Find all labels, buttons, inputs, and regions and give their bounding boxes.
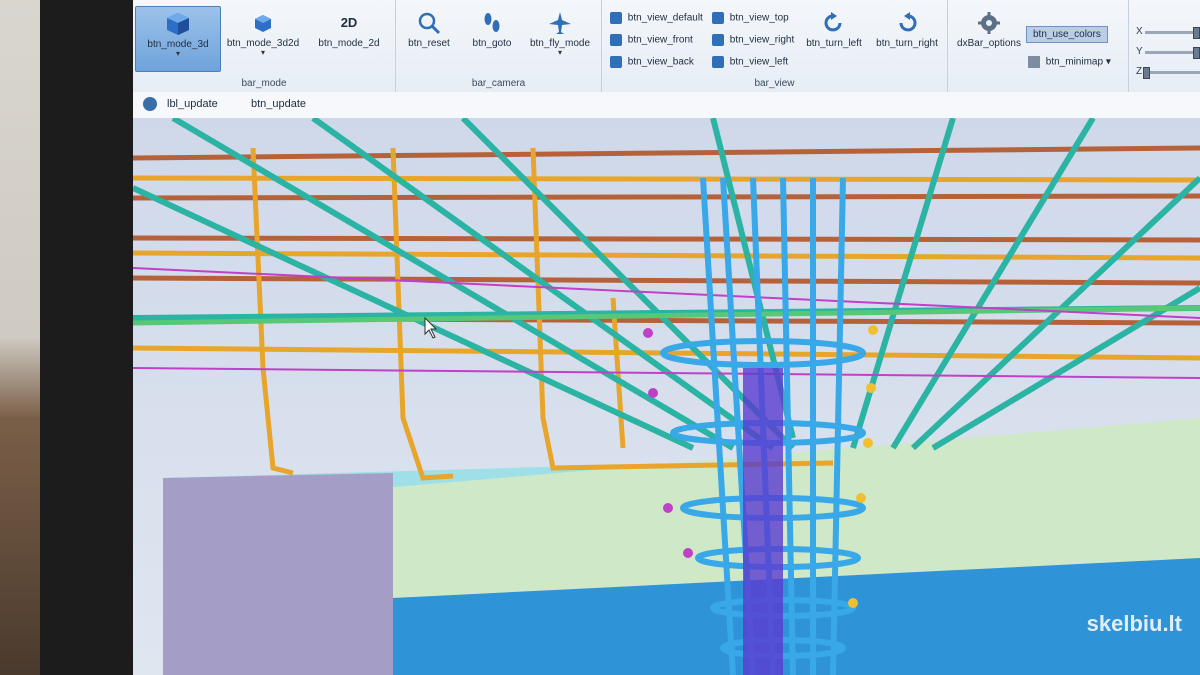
axis-z-slider[interactable] (1145, 71, 1200, 74)
app-screen: btn_mode_3d ▾ btn_mode_3d2d ▾ 2D btn_mod… (133, 0, 1200, 675)
axis-z-label: Z (1136, 66, 1143, 77)
view-top-icon (712, 12, 724, 24)
update-icon (143, 97, 157, 111)
btn-reset[interactable]: btn_reset (396, 6, 462, 70)
btn-minimap-label: btn_minimap (1045, 56, 1104, 68)
btn-view-left[interactable]: btn_view_left (712, 56, 788, 74)
btn-use-colors-label: btn_use_colors (1033, 29, 1101, 40)
options-group: dxBar_options btn_use_colors btn_minimap… (948, 0, 1129, 92)
footprints-icon (484, 13, 500, 32)
update-bar: lbl_update btn_update (133, 92, 1200, 119)
axis-z-thumb[interactable] (1143, 67, 1150, 79)
chevron-down-icon: ▾ (557, 48, 562, 57)
view-right-icon (712, 34, 724, 46)
rebar-scene (133, 118, 1200, 675)
rotate-left-icon (824, 12, 842, 32)
bar-camera-label: bar_camera (471, 78, 526, 89)
view-left-icon (712, 56, 724, 68)
btn-reset-label: btn_reset (408, 38, 450, 49)
axis-x-label: X (1136, 26, 1143, 37)
btn-turn-left-label: btn_turn_left (806, 38, 862, 49)
btn-view-top[interactable]: btn_view_top (712, 12, 789, 30)
chevron-down-icon: ▾ (1105, 56, 1111, 68)
bar-view-label: bar_view (754, 78, 795, 89)
3d-viewport[interactable] (133, 118, 1200, 675)
btn-turn-left[interactable]: btn_turn_left (802, 6, 866, 70)
btn-mode-2d-label: btn_mode_2d (318, 38, 380, 49)
view-default-icon (610, 12, 622, 24)
btn-view-top-label: btn_view_top (729, 12, 789, 24)
axis-y-label: Y (1136, 46, 1143, 57)
magnifier-icon (418, 12, 441, 35)
gear-icon (978, 12, 1000, 34)
minimap-icon (1028, 56, 1040, 68)
chevron-down-icon: ▾ (260, 48, 265, 57)
view-back-icon (610, 56, 622, 68)
btn-view-left-label: btn_view_left (729, 56, 789, 68)
btn-view-back[interactable]: btn_view_back (610, 56, 694, 74)
cube-small-icon (255, 15, 271, 32)
btn-view-right-label: btn_view_right (729, 34, 795, 46)
btn-view-front-label: btn_view_front (627, 34, 693, 46)
btn-minimap[interactable]: btn_minimap ▾ (1028, 56, 1111, 74)
cube-icon (167, 13, 189, 35)
bar-mode-label: bar_mode (241, 78, 287, 89)
dxbar-options-label: dxBar_options (957, 38, 1021, 49)
dxbar-options-button[interactable]: dxBar_options (952, 6, 1026, 70)
btn-mode-2d[interactable]: 2D btn_mode_2d (307, 6, 391, 70)
bar-view-group: btn_view_default btn_view_front btn_view… (602, 0, 948, 92)
btn-goto-label: btn_goto (472, 38, 512, 49)
axis-y-thumb[interactable] (1193, 47, 1200, 59)
btn-turn-right-label: btn_turn_right (876, 38, 938, 49)
rotate-right-icon (899, 12, 917, 32)
bar-camera-group: btn_reset btn_goto btn_fly_mode ▾ bar_ca… (396, 0, 602, 92)
lbl-update: lbl_update (167, 98, 218, 110)
watermark: skelbiu.lt (1086, 611, 1182, 636)
view-front-icon (610, 34, 622, 46)
btn-view-right[interactable]: btn_view_right (712, 34, 794, 52)
column-block (163, 473, 393, 675)
btn-turn-right[interactable]: btn_turn_right (870, 6, 944, 70)
axis-y-slider[interactable] (1145, 51, 1200, 54)
axis-x-slider[interactable] (1145, 31, 1200, 34)
chevron-down-icon: ▾ (175, 49, 180, 58)
btn-use-colors[interactable]: btn_use_colors (1026, 26, 1108, 43)
btn-mode-3d2d[interactable]: btn_mode_3d2d ▾ (221, 6, 305, 70)
btn-view-default[interactable]: btn_view_default (610, 12, 703, 30)
btn-view-default-label: btn_view_default (627, 12, 703, 24)
2d-icon: 2D (340, 15, 358, 30)
column-core (743, 368, 783, 675)
bar-mode-group: btn_mode_3d ▾ btn_mode_3d2d ▾ 2D btn_mod… (133, 0, 396, 92)
btn-goto[interactable]: btn_goto (462, 6, 522, 70)
btn-update[interactable]: btn_update (251, 98, 306, 110)
airplane-icon (549, 12, 571, 34)
ribbon-toolbar: btn_mode_3d ▾ btn_mode_3d2d ▾ 2D btn_mod… (133, 0, 1200, 93)
btn-view-front[interactable]: btn_view_front (610, 34, 693, 52)
btn-fly-mode[interactable]: btn_fly_mode ▾ (522, 6, 598, 70)
axis-x-thumb[interactable] (1193, 27, 1200, 39)
btn-mode-3d[interactable]: btn_mode_3d ▾ (135, 6, 221, 72)
btn-view-back-label: btn_view_back (627, 56, 694, 68)
